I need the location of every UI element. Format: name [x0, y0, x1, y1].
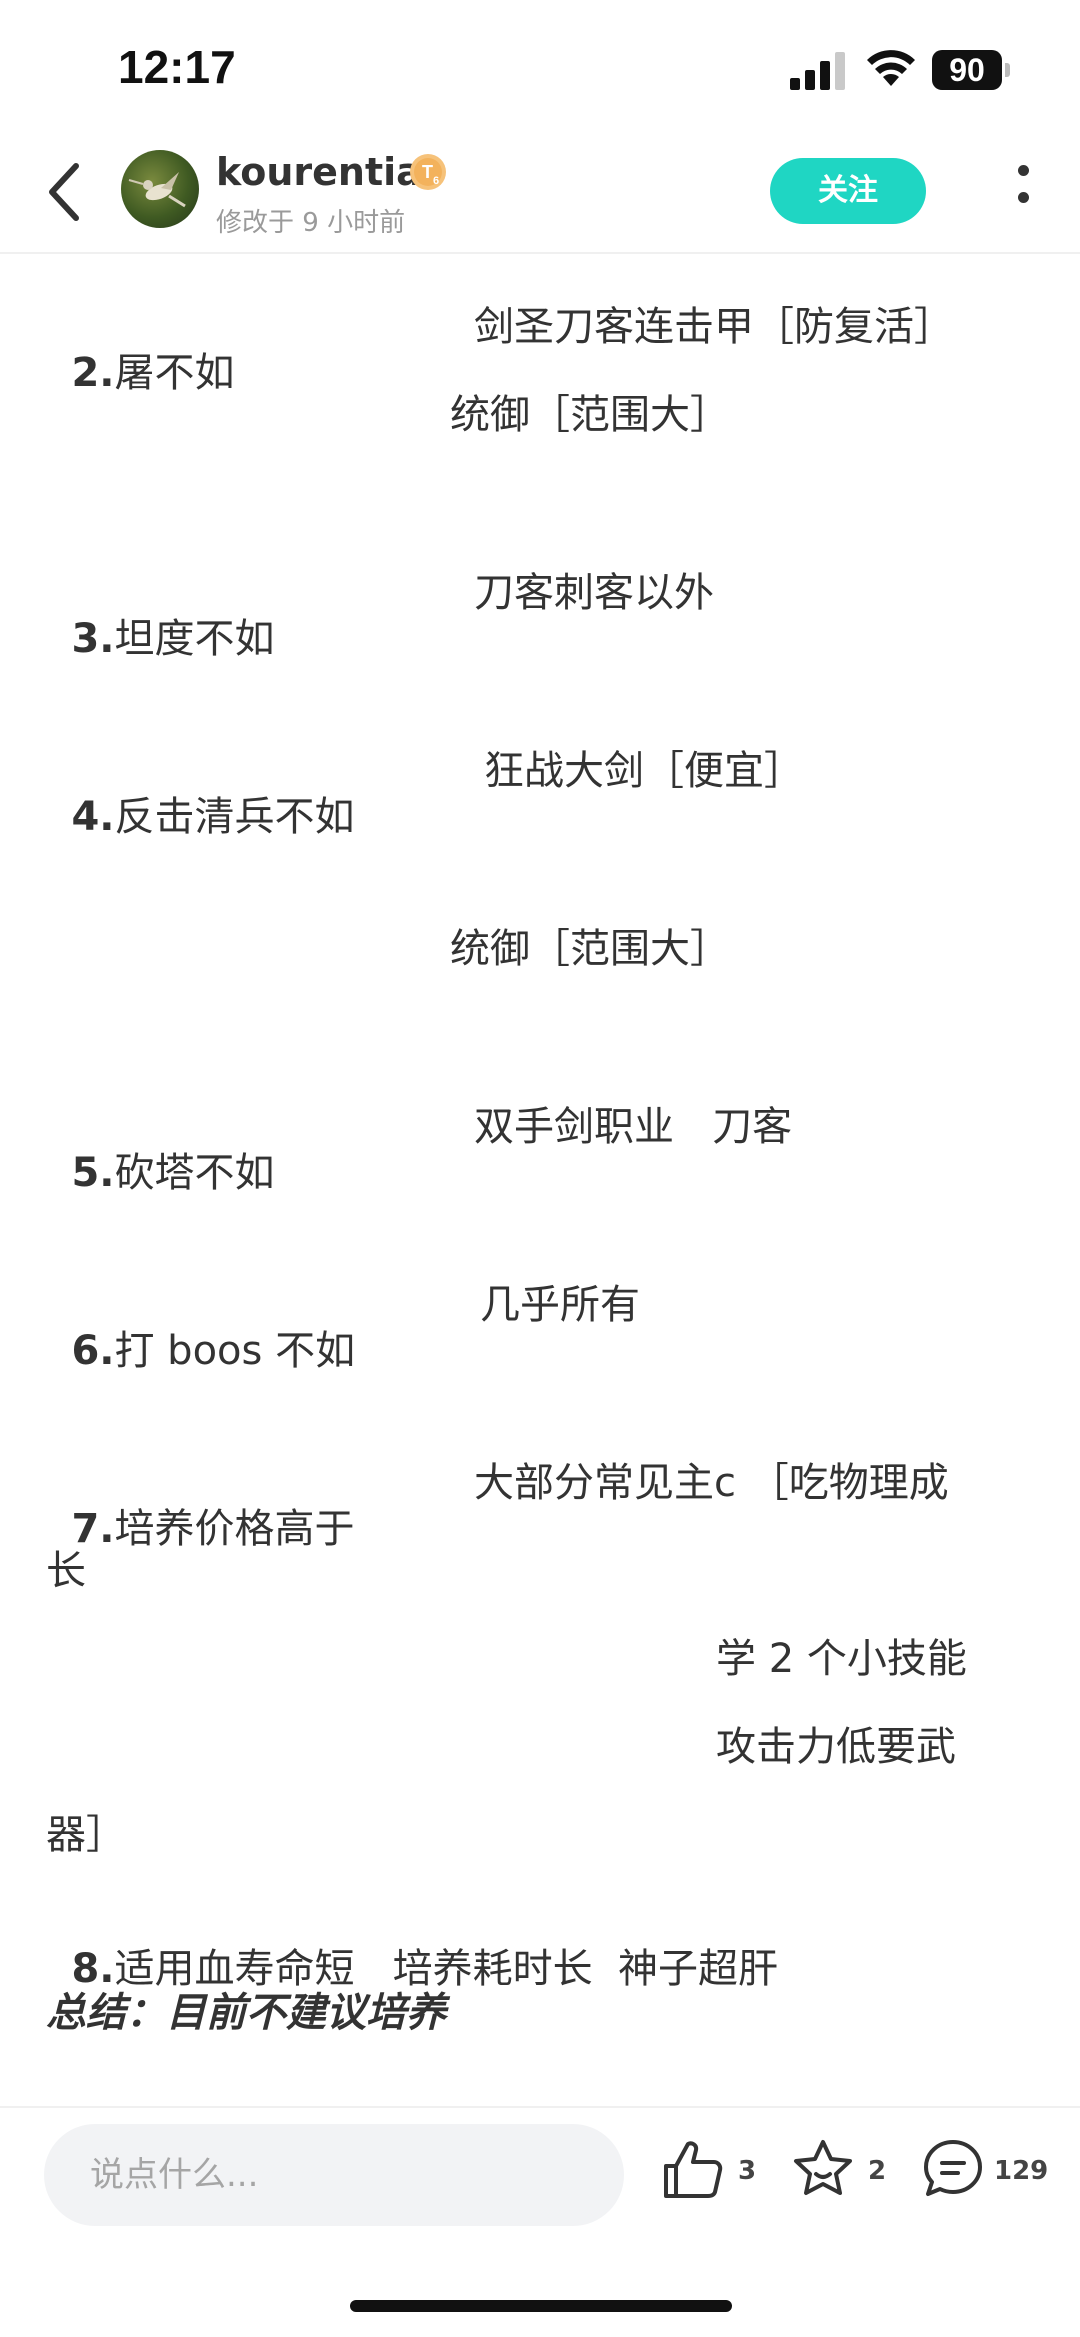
- comment-count: 129: [994, 2156, 1049, 2186]
- hummingbird-icon: [128, 172, 186, 208]
- item-7-extra-1: 学 2 个小技能: [716, 1636, 967, 1682]
- item-6-value: 几乎所有: [480, 1282, 640, 1328]
- back-arrow-icon[interactable]: [38, 152, 92, 232]
- item-label: 打 boos 不如: [114, 1328, 356, 1374]
- item-7-value: 大部分常见主c ［吃物理成: [474, 1460, 949, 1506]
- username[interactable]: kourentia: [216, 150, 422, 194]
- svg-text:6: 6: [433, 175, 439, 187]
- svg-text:T: T: [422, 162, 433, 182]
- signal-icon: [790, 52, 845, 90]
- item-label: 屠不如: [114, 350, 235, 396]
- item-label: 反击清兵不如: [114, 794, 355, 840]
- item-7-wrap: 长: [46, 1548, 86, 1594]
- item-7-extra-2: 攻击力低要武: [716, 1724, 956, 1770]
- level-badge-icon: T 6: [410, 154, 446, 190]
- avatar[interactable]: [121, 150, 199, 228]
- item-4-value: 狂战大剑［便宜］: [484, 748, 804, 794]
- home-indicator[interactable]: [350, 2300, 732, 2312]
- modified-time: 修改于 9 小时前: [216, 208, 406, 238]
- item-4: 4.反击清兵不如: [46, 738, 354, 842]
- item-5: 5.砍塔不如: [46, 1094, 274, 1198]
- item-6: 6.打 boos 不如: [46, 1272, 355, 1376]
- wifi-icon: [867, 50, 915, 86]
- item-3-value: 刀客刺客以外: [474, 570, 714, 616]
- item-label: 培养价格高于: [114, 1506, 355, 1552]
- thumbs-up-icon: [664, 2141, 723, 2198]
- item-label: 砍塔不如: [114, 1150, 275, 1196]
- item-number: 5.: [71, 1150, 115, 1196]
- more-options-icon[interactable]: [1010, 165, 1036, 225]
- comment-button[interactable]: 129: [920, 2136, 1060, 2206]
- item-3: 3.坦度不如: [46, 560, 274, 664]
- item-2-value: 剑圣刀客连击甲［防复活］: [474, 304, 954, 350]
- item-number: 3.: [71, 616, 115, 662]
- battery-icon: 90: [932, 50, 1010, 90]
- like-count: 3: [738, 2156, 757, 2186]
- comment-bubble-icon: [924, 2140, 982, 2196]
- comment-input[interactable]: 说点什么...: [44, 2124, 624, 2226]
- star-icon: [794, 2140, 852, 2195]
- item-7-wrap-2: 器］: [46, 1812, 126, 1858]
- follow-button[interactable]: 关注: [770, 158, 926, 224]
- item-5-value: 双手剑职业 刀客: [474, 1104, 793, 1150]
- item-2: 2.屠不如: [46, 294, 234, 398]
- item-2-extra: 统御［范围大］: [450, 392, 730, 438]
- item-number: 6.: [71, 1328, 115, 1374]
- status-time: 12:17: [118, 41, 236, 93]
- item-7: 7.培养价格高于: [46, 1450, 354, 1554]
- favorite-button[interactable]: 2: [790, 2136, 890, 2206]
- bottom-divider: [0, 2106, 1080, 2108]
- battery-level: 90: [932, 50, 1002, 90]
- item-4-extra: 统御［范围大］: [450, 926, 730, 972]
- item-number: 2.: [71, 350, 115, 396]
- summary-text: 总结：目前不建议培养: [46, 1990, 446, 2036]
- favorite-count: 2: [868, 2156, 887, 2186]
- like-button[interactable]: 3: [660, 2136, 760, 2206]
- item-8: 8.适用血寿命短 培养耗时长 神子超肝: [46, 1890, 778, 1994]
- item-number: 4.: [71, 794, 115, 840]
- item-label: 坦度不如: [114, 616, 275, 662]
